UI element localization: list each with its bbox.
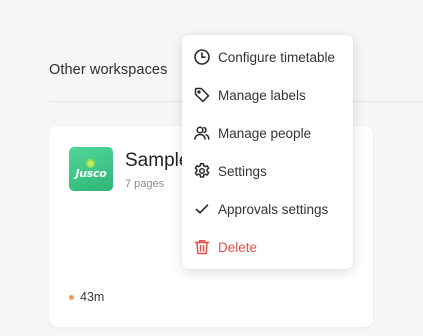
menu-item-label: Settings xyxy=(218,163,267,179)
menu-item-label: Manage labels xyxy=(218,87,306,103)
workspace-time-label: 43m xyxy=(80,290,105,304)
menu-item-manage-people[interactable]: Manage people xyxy=(182,116,353,150)
menu-item-configure-timetable[interactable]: Configure timetable xyxy=(182,40,353,74)
workspace-page-count: 7 pages xyxy=(125,178,165,190)
tag-icon xyxy=(193,86,211,104)
gear-icon xyxy=(193,162,211,180)
trash-icon xyxy=(193,238,211,256)
workspace-time: 43m xyxy=(69,290,104,304)
workspace-name: Sample xyxy=(125,150,190,171)
menu-item-label: Configure timetable xyxy=(218,49,336,65)
status-dot xyxy=(69,294,74,300)
check-icon xyxy=(193,200,211,218)
clock-icon xyxy=(193,48,211,66)
menu-item-label: Manage people xyxy=(218,125,312,141)
menu-item-settings[interactable]: Settings xyxy=(182,154,353,188)
menu-item-approvals-settings[interactable]: Approvals settings xyxy=(182,192,353,226)
menu-item-delete[interactable]: Delete xyxy=(182,230,353,264)
people-icon xyxy=(193,124,211,142)
workspace-logo: Jusco xyxy=(69,147,113,191)
context-menu: Configure timetable Manage labels Manage… xyxy=(182,35,353,269)
menu-item-label: Delete xyxy=(218,239,258,255)
section-title: Other workspaces xyxy=(49,62,168,78)
menu-item-label: Approvals settings xyxy=(218,201,329,217)
menu-item-manage-labels[interactable]: Manage labels xyxy=(182,78,353,112)
logo-text: Jusco xyxy=(75,167,107,180)
